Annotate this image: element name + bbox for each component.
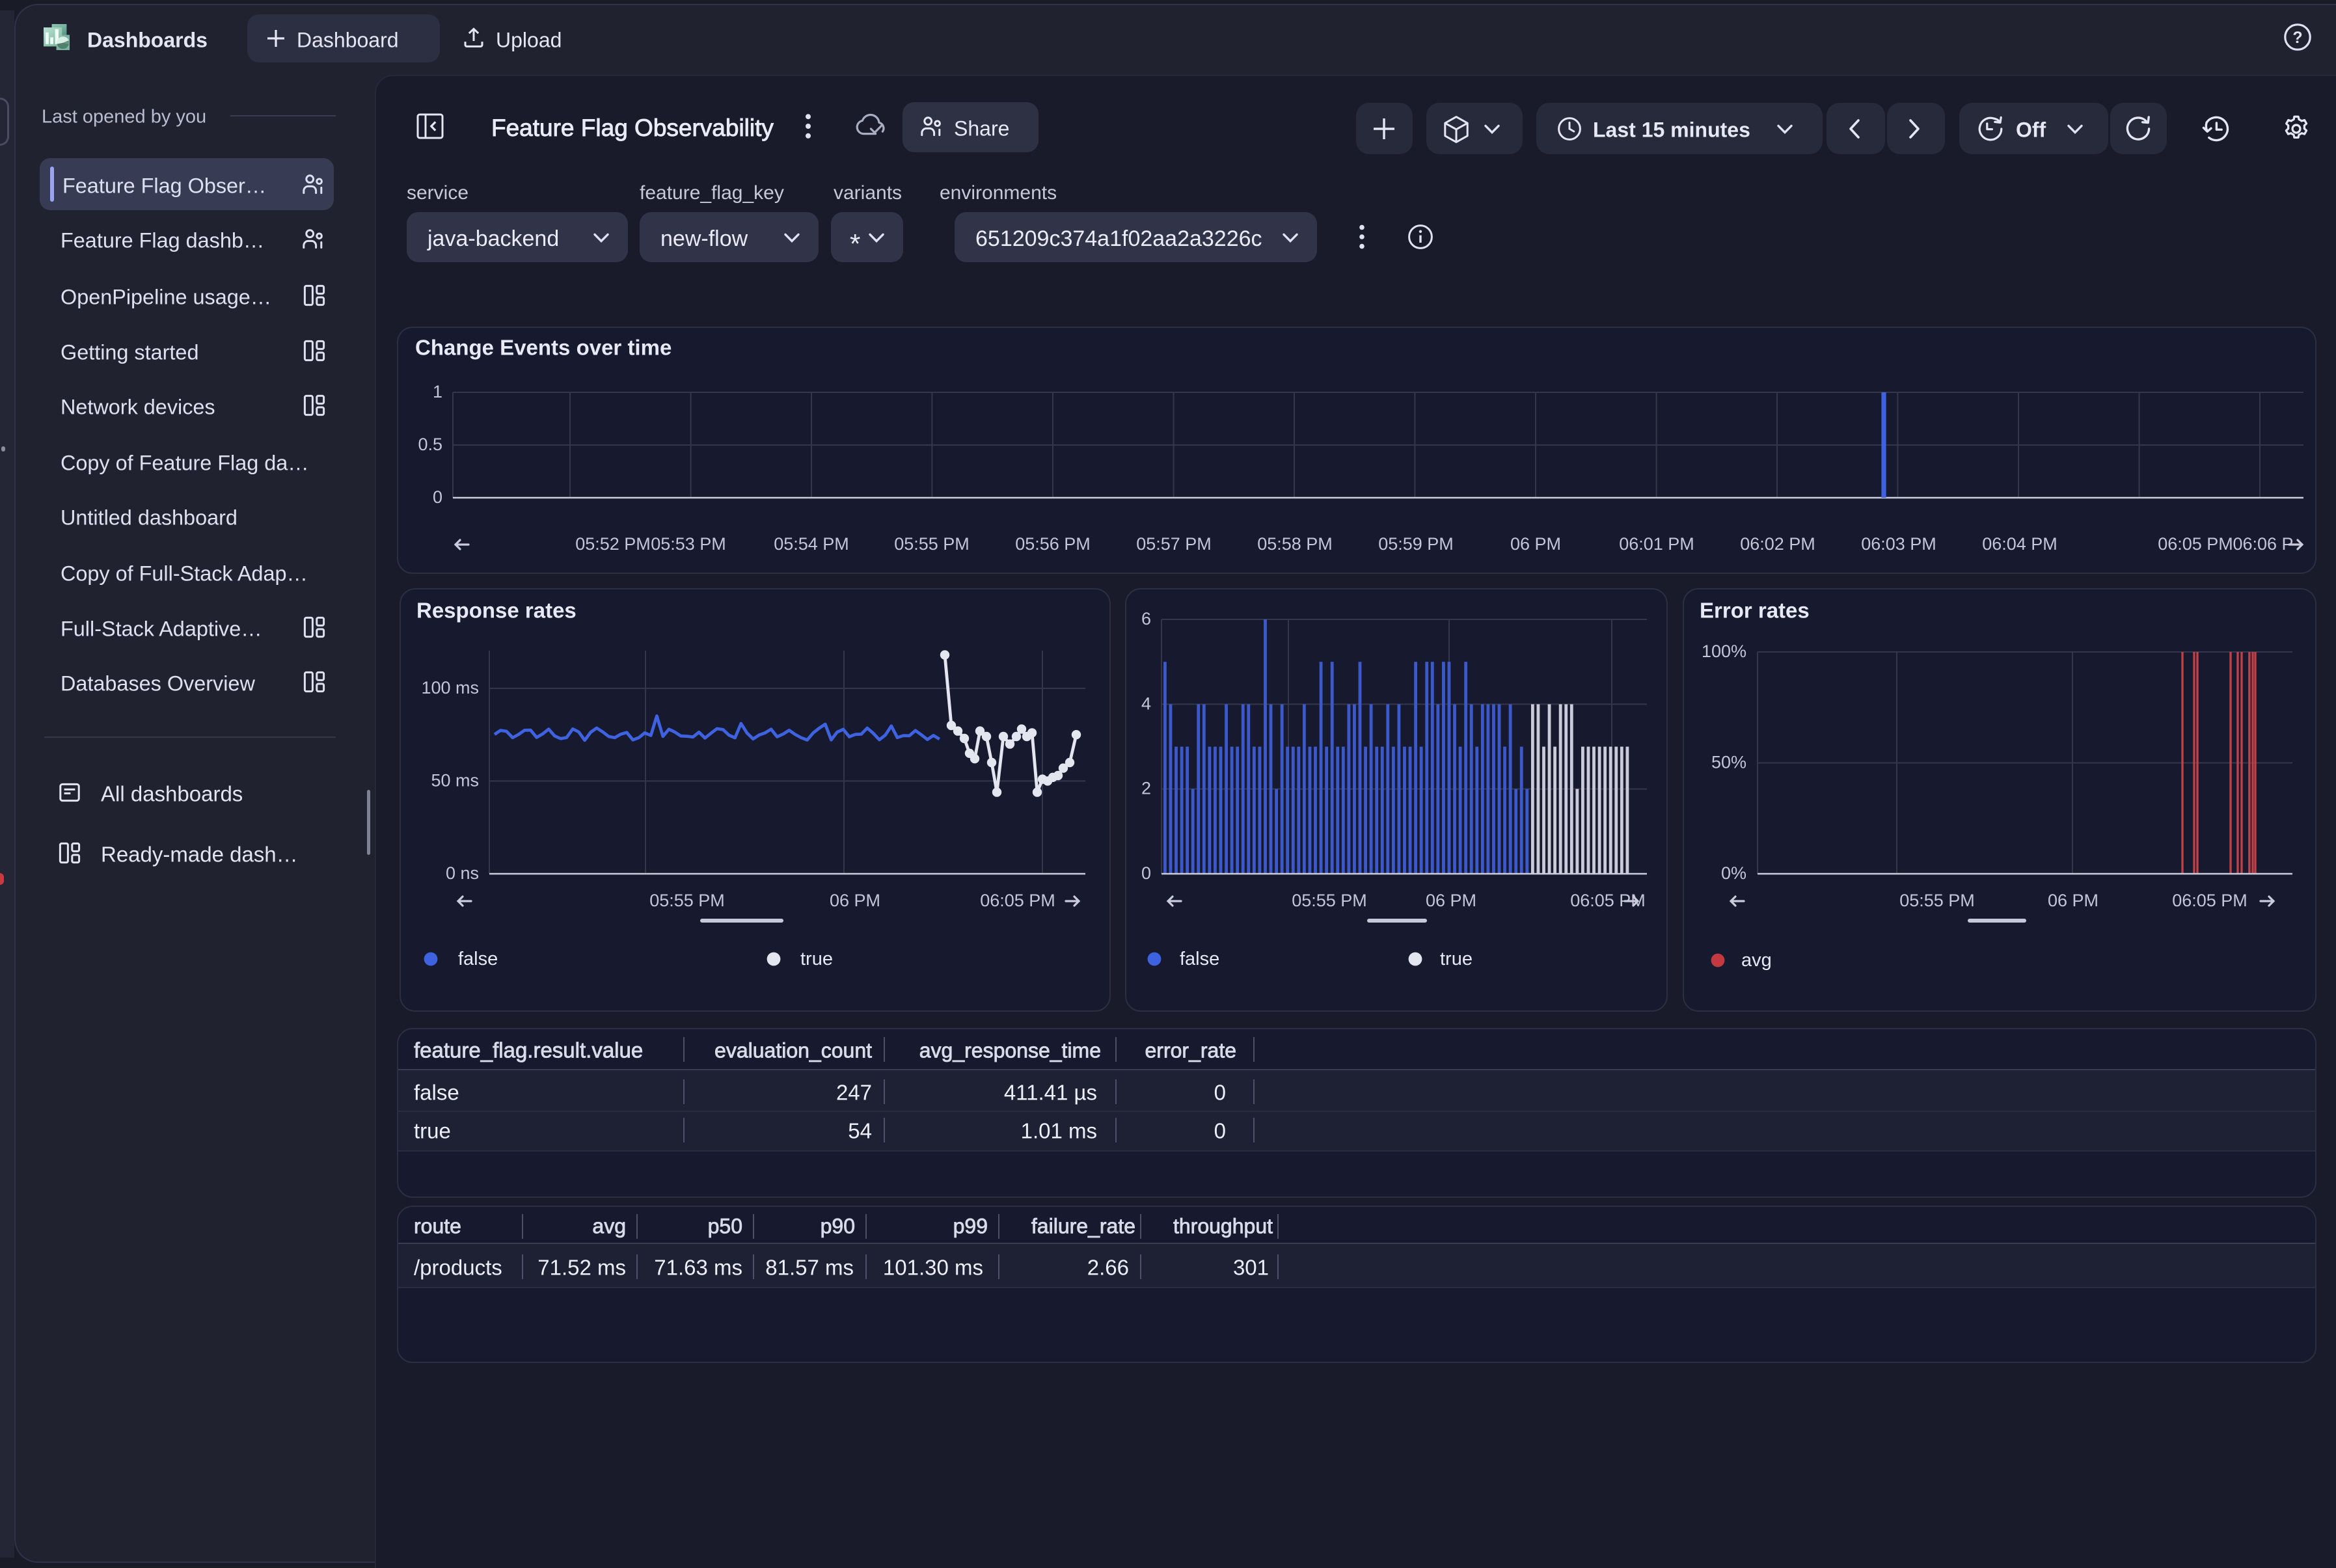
svg-text:50 ms: 50 ms: [431, 770, 479, 790]
svg-text:05:55 PM: 05:55 PM: [1292, 891, 1367, 910]
svg-text:05:58 PM: 05:58 PM: [1257, 534, 1333, 554]
svg-text:05:59 PM: 05:59 PM: [1378, 534, 1454, 554]
svg-text:06:05 PM: 06:05 PM: [2158, 534, 2233, 554]
svg-text:0 ns: 0 ns: [446, 863, 479, 883]
svg-text:false: false: [458, 949, 498, 969]
svg-text:06 PM: 06 PM: [2048, 891, 2098, 910]
svg-text:06 PM: 06 PM: [1426, 891, 1476, 910]
svg-text:true: true: [1440, 949, 1473, 969]
svg-text:05:54 PM: 05:54 PM: [774, 534, 849, 554]
svg-text:06:05 PM: 06:05 PM: [980, 891, 1055, 910]
svg-text:0: 0: [1141, 863, 1151, 883]
svg-text:05:55 PM: 05:55 PM: [894, 534, 970, 554]
svg-text:100%: 100%: [1702, 642, 1746, 661]
svg-text:05:53 PM: 05:53 PM: [651, 534, 726, 554]
svg-text:50%: 50%: [1711, 752, 1746, 772]
svg-text:0: 0: [433, 487, 442, 507]
svg-text:05:56 PM: 05:56 PM: [1015, 534, 1091, 554]
svg-text:0.5: 0.5: [418, 435, 442, 454]
svg-text:1: 1: [433, 382, 442, 401]
svg-text:05:52 PM: 05:52 PM: [575, 534, 651, 554]
svg-text:05:55 PM: 05:55 PM: [649, 891, 725, 910]
svg-text:2: 2: [1141, 779, 1151, 798]
svg-text:05:57 PM: 05:57 PM: [1136, 534, 1212, 554]
svg-text:06:06 P: 06:06 P: [2233, 534, 2293, 554]
svg-text:avg: avg: [1741, 950, 1772, 971]
svg-text:05:55 PM: 05:55 PM: [1899, 891, 1975, 910]
svg-text:100 ms: 100 ms: [421, 678, 479, 697]
svg-text:0%: 0%: [1721, 863, 1746, 883]
svg-text:06:05 PM: 06:05 PM: [2172, 891, 2248, 910]
svg-text:true: true: [800, 949, 833, 969]
svg-text:?: ?: [2292, 29, 2302, 47]
svg-text:06:04 PM: 06:04 PM: [1982, 534, 2058, 554]
svg-text:06 PM: 06 PM: [830, 891, 880, 910]
svg-text:4: 4: [1141, 694, 1151, 713]
svg-text:06:02 PM: 06:02 PM: [1740, 534, 1815, 554]
svg-text:false: false: [1180, 949, 1219, 969]
svg-text:06:03 PM: 06:03 PM: [1861, 534, 1936, 554]
svg-text:6: 6: [1141, 609, 1151, 629]
svg-text:06:01 PM: 06:01 PM: [1619, 534, 1694, 554]
svg-text:06 PM: 06 PM: [1510, 534, 1561, 554]
